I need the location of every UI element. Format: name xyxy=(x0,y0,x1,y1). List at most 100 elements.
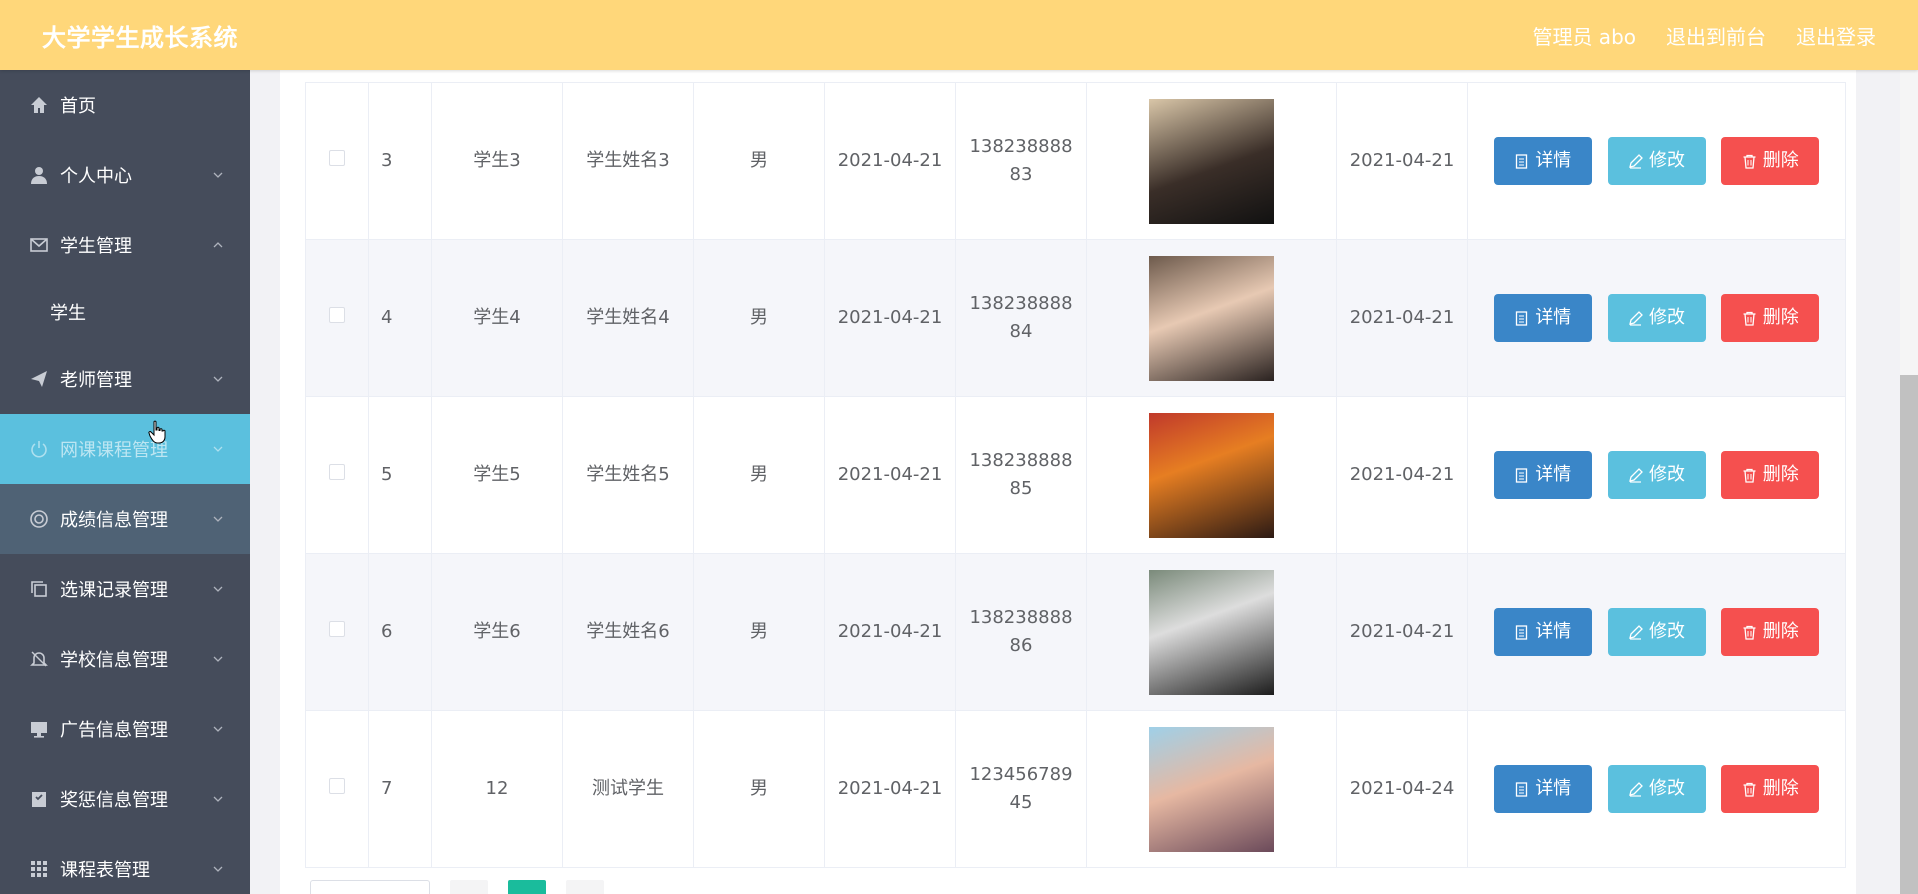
avatar xyxy=(1149,98,1274,224)
phone-cell: 13823888886 xyxy=(955,553,1087,711)
power-icon xyxy=(28,438,50,460)
account-cell: 学生4 xyxy=(431,239,563,397)
index-cell: 3 xyxy=(368,82,432,240)
sidebar-item-label: 奖惩信息管理 xyxy=(60,790,168,811)
row-checkbox[interactable] xyxy=(329,464,345,480)
trash-icon xyxy=(1743,311,1756,326)
phone-text: 13823888885 xyxy=(969,450,1073,499)
sidebar-item-personal-center[interactable]: 个人中心 xyxy=(0,140,250,210)
chevron-down-icon xyxy=(213,656,223,662)
monitor-icon xyxy=(28,718,50,740)
detail-label: 详情 xyxy=(1535,778,1572,799)
gender-cell: 男 xyxy=(693,82,825,240)
sidebar-item-teacher-management[interactable]: 老师管理 xyxy=(0,344,250,414)
trash-icon xyxy=(1743,625,1756,640)
header-links: 管理员 abo 退出到前台 退出登录 xyxy=(1532,21,1876,50)
sidebar-item-school-info-management[interactable]: 学校信息管理 xyxy=(0,624,250,694)
avatar xyxy=(1149,569,1274,695)
scrollbar-thumb[interactable] xyxy=(1900,375,1918,894)
created-date-cell: 2021-04-24 xyxy=(1336,710,1468,868)
delete-button[interactable]: 删除 xyxy=(1721,294,1820,342)
copy-icon xyxy=(28,578,50,600)
detail-button[interactable]: 详情 xyxy=(1493,608,1592,656)
delete-button[interactable]: 删除 xyxy=(1721,137,1820,185)
sidebar-item-online-course-management[interactable]: 网课课程管理 xyxy=(0,414,250,484)
pencil-icon xyxy=(1629,153,1643,169)
back-to-front-link[interactable]: 退出到前台 xyxy=(1666,21,1766,50)
prev-page-button[interactable] xyxy=(450,880,488,894)
sidebar-item-ad-info-management[interactable]: 广告信息管理 xyxy=(0,694,250,764)
sidebar-item-course-selection-management[interactable]: 选课记录管理 xyxy=(0,554,250,624)
name-cell: 学生姓名3 xyxy=(562,82,694,240)
page-size-select[interactable] xyxy=(310,880,430,894)
lifebuoy-icon xyxy=(28,508,50,530)
detail-button[interactable]: 详情 xyxy=(1493,451,1592,499)
delete-label: 删除 xyxy=(1762,778,1799,799)
edit-button[interactable]: 修改 xyxy=(1607,294,1706,342)
app-title: 大学学生成长系统 xyxy=(42,23,238,52)
delete-label: 删除 xyxy=(1762,307,1799,328)
row-select-cell xyxy=(305,239,369,397)
document-icon xyxy=(1516,467,1528,483)
sidebar-item-student-management[interactable]: 学生管理 xyxy=(0,210,250,280)
sidebar-item-home[interactable]: 首页 xyxy=(0,70,250,140)
detail-button[interactable]: 详情 xyxy=(1493,765,1592,813)
sidebar-item-label: 成绩信息管理 xyxy=(60,510,168,531)
mail-icon xyxy=(28,234,50,256)
sidebar-item-reward-punish-management[interactable]: 奖惩信息管理 xyxy=(0,764,250,834)
index-cell: 7 xyxy=(368,710,432,868)
gender-cell: 男 xyxy=(693,710,825,868)
main-content: 3 学生3 学生姓名3 男 2021-04-21 13823888883 202… xyxy=(250,70,1918,894)
pencil-icon xyxy=(1629,467,1643,483)
edit-button[interactable]: 修改 xyxy=(1607,451,1706,499)
row-checkbox[interactable] xyxy=(329,778,345,794)
sidebar-item-label: 广告信息管理 xyxy=(60,720,168,741)
next-page-button[interactable] xyxy=(566,880,604,894)
logout-link[interactable]: 退出登录 xyxy=(1796,21,1876,50)
sidebar-item-timetable-management[interactable]: 课程表管理 xyxy=(0,834,250,894)
row-checkbox[interactable] xyxy=(329,307,345,323)
row-checkbox[interactable] xyxy=(329,621,345,637)
delete-button[interactable]: 删除 xyxy=(1721,451,1820,499)
gender-cell: 男 xyxy=(693,396,825,554)
date-cell: 2021-04-21 xyxy=(824,82,956,240)
row-select-cell xyxy=(305,396,369,554)
admin-user-link[interactable]: 管理员 abo xyxy=(1532,21,1636,50)
edit-label: 修改 xyxy=(1649,621,1685,642)
row-select-cell xyxy=(305,553,369,711)
photo-cell xyxy=(1086,396,1337,554)
edit-button[interactable]: 修改 xyxy=(1607,765,1706,813)
student-table: 3 学生3 学生姓名3 男 2021-04-21 13823888883 202… xyxy=(305,82,1846,868)
edit-label: 修改 xyxy=(1649,307,1685,328)
name-cell: 学生姓名5 xyxy=(562,396,694,554)
sidebar-item-grade-management[interactable]: 成绩信息管理 xyxy=(0,484,250,554)
gender-cell: 男 xyxy=(693,553,825,711)
account-cell: 12 xyxy=(431,710,563,868)
row-checkbox[interactable] xyxy=(329,150,345,166)
detail-button[interactable]: 详情 xyxy=(1493,294,1592,342)
actions-cell: 详情 修改 删除 xyxy=(1467,710,1846,868)
sidebar-item-label: 课程表管理 xyxy=(60,860,150,881)
top-header: 大学学生成长系统 管理员 abo 退出到前台 退出登录 xyxy=(0,0,1918,70)
edit-button[interactable]: 修改 xyxy=(1607,608,1706,656)
delete-button[interactable]: 删除 xyxy=(1721,608,1820,656)
chevron-down-icon xyxy=(213,726,223,732)
photo-cell xyxy=(1086,710,1337,868)
detail-label: 详情 xyxy=(1535,150,1572,171)
name-cell: 测试学生 xyxy=(562,710,694,868)
edit-button[interactable]: 修改 xyxy=(1607,137,1706,185)
sidebar-item-label: 网课课程管理 xyxy=(60,440,168,461)
sidebar-subitem-student[interactable]: 学生 xyxy=(0,280,250,344)
account-cell: 学生3 xyxy=(431,82,563,240)
avatar xyxy=(1149,726,1274,852)
delete-button[interactable]: 删除 xyxy=(1721,765,1820,813)
sidebar-item-label: 学校信息管理 xyxy=(60,650,168,671)
detail-button[interactable]: 详情 xyxy=(1493,137,1592,185)
photo-cell xyxy=(1086,239,1337,397)
send-icon xyxy=(28,368,50,390)
chevron-down-icon xyxy=(213,446,223,452)
date-cell: 2021-04-21 xyxy=(824,553,956,711)
document-icon xyxy=(1516,153,1528,169)
current-page-button[interactable] xyxy=(508,880,546,894)
row-select-cell xyxy=(305,82,369,240)
